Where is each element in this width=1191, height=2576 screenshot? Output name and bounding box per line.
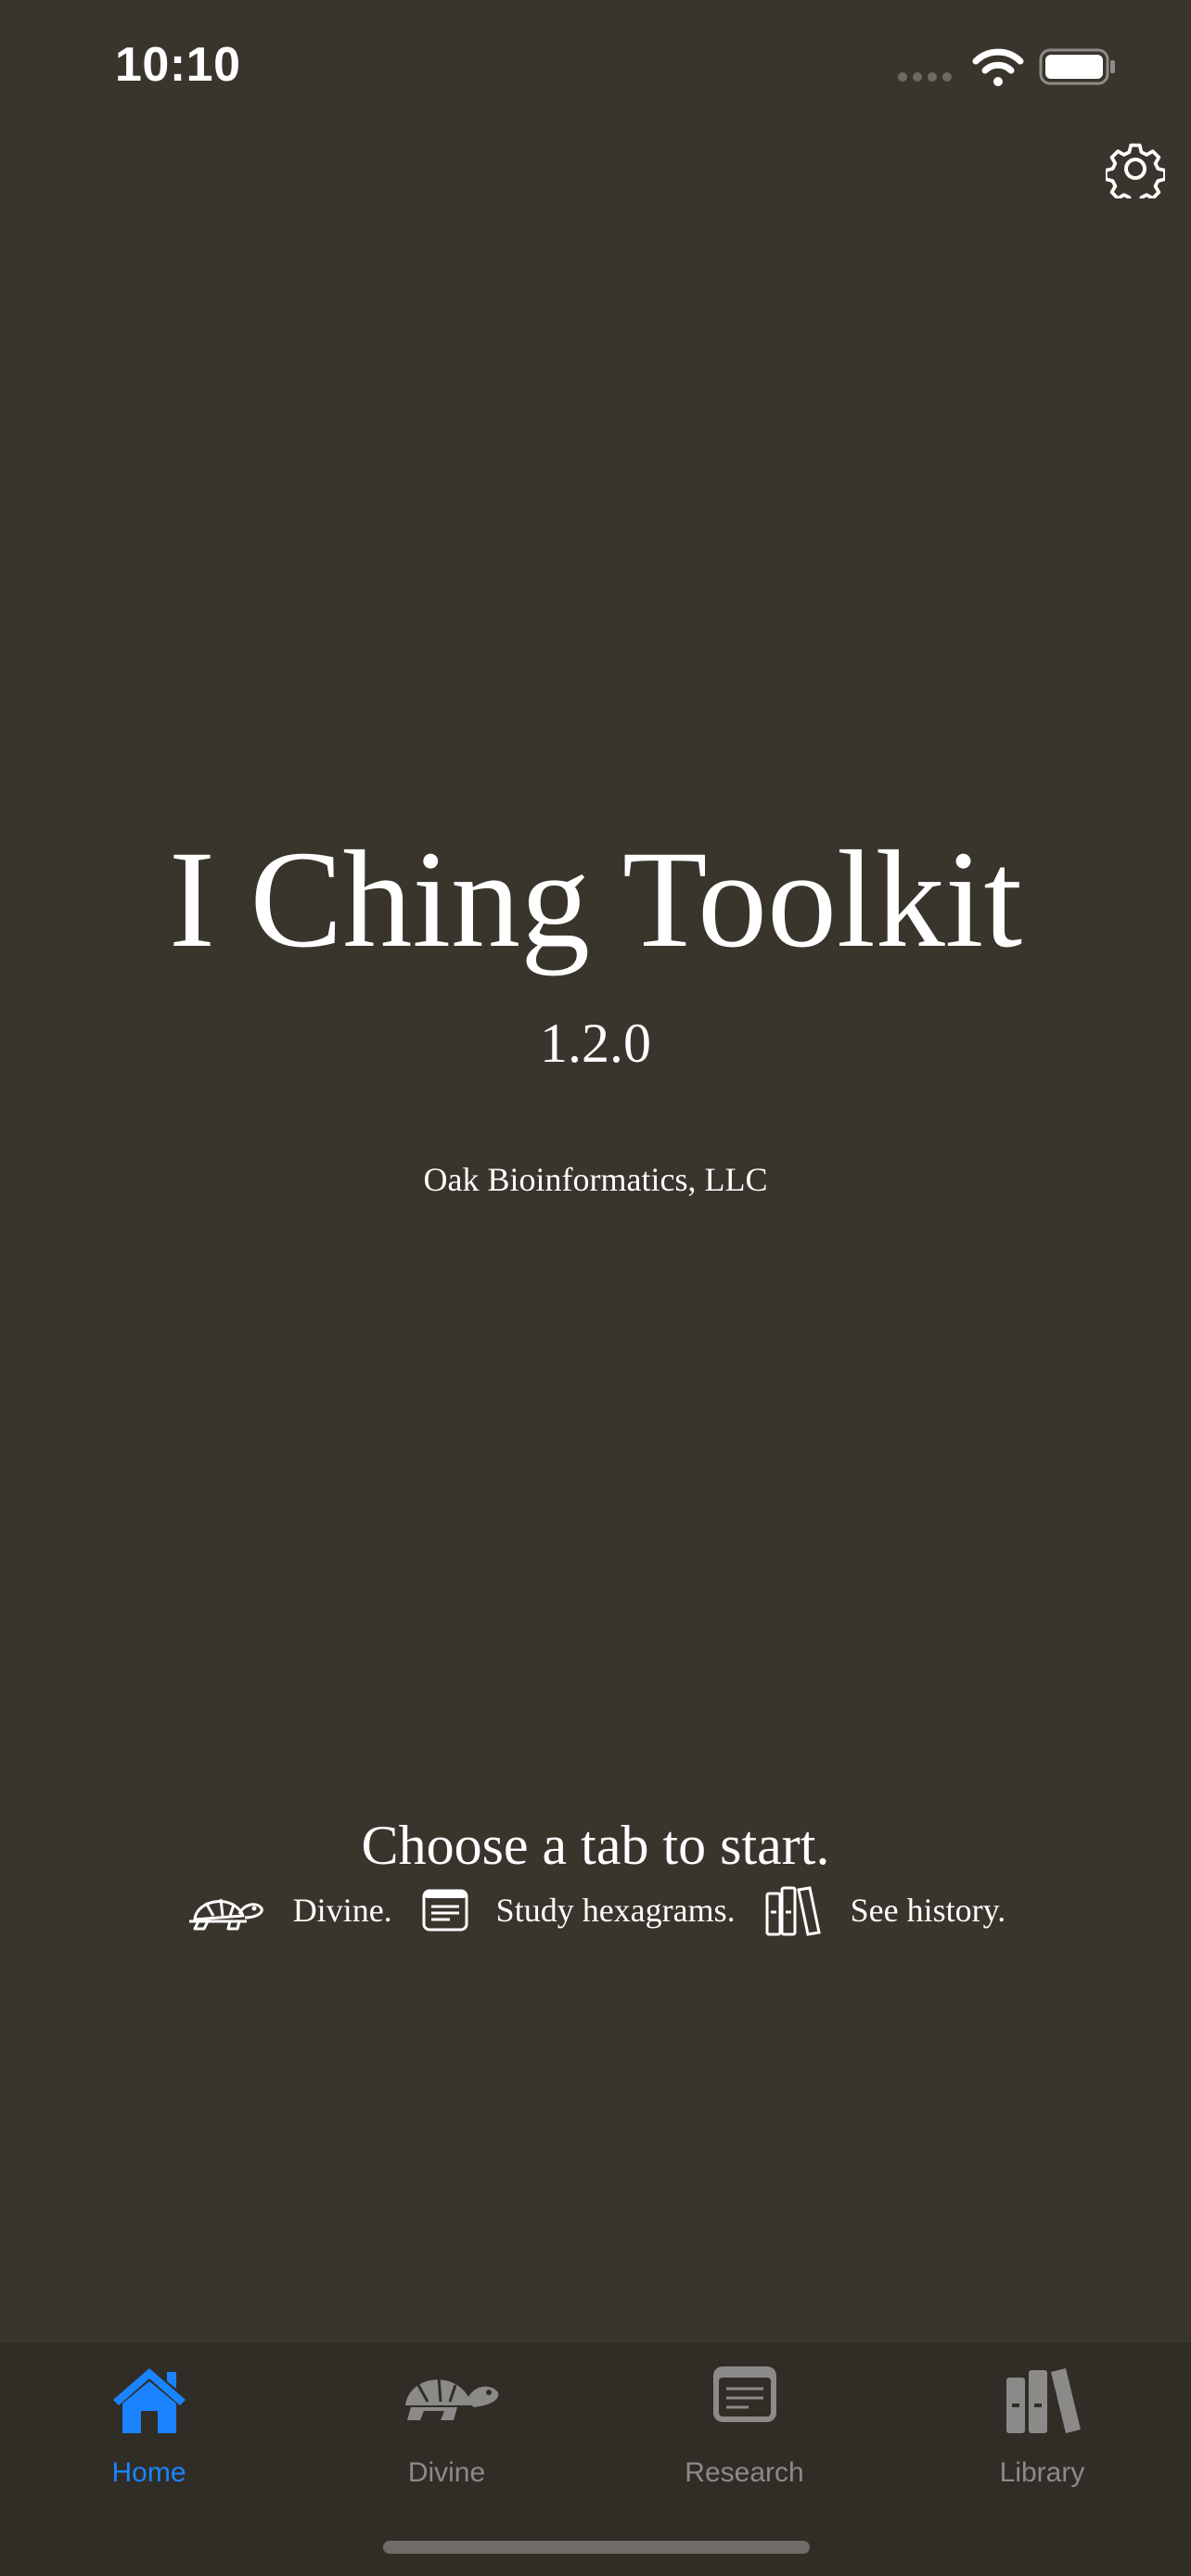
hint-divine: Divine. [186,1888,392,1932]
house-icon [112,2368,186,2433]
status-bar: 10:10 [0,0,1191,139]
tab-home[interactable]: Home [0,2342,298,2509]
gear-icon [1104,143,1167,207]
hint-history: See history. [765,1884,1006,1936]
document-icon [422,1889,468,1932]
wifi-icon [972,48,1024,86]
tab-research[interactable]: Research [596,2342,893,2509]
app-version: 1.2.0 [540,1013,651,1074]
tab-divine-label: Divine [407,2457,486,2488]
tab-library-label: Library [999,2457,1085,2488]
home-indicator [383,2541,810,2554]
cellular-signal-icon [898,72,952,82]
tab-hints: Divine. Study hexagrams. See history. [0,1882,1191,1938]
company-name: Oak Bioinformatics, LLC [423,1161,768,1198]
start-prompt: Choose a tab to start. [361,1815,830,1876]
hint-study-label: Study hexagrams. [495,1892,736,1929]
tab-divine[interactable]: Divine [298,2342,596,2509]
hint-divine-label: Divine. [292,1892,392,1929]
turtle-icon [404,2377,498,2420]
status-time: 10:10 [115,38,241,92]
app-title: I Ching Toolkit [168,823,1023,976]
books-icon [1005,2368,1081,2433]
books-icon [765,1886,821,1936]
hint-study: Study hexagrams. [422,1889,736,1932]
tab-research-label: Research [685,2457,804,2488]
battery-icon [1039,48,1115,85]
hint-history-label: See history. [850,1892,1006,1929]
turtle-icon [188,1898,263,1931]
settings-button[interactable] [1104,139,1167,207]
document-icon [712,2366,776,2422]
tab-home-label: Home [111,2457,186,2488]
tab-library[interactable]: Library [893,2342,1191,2509]
